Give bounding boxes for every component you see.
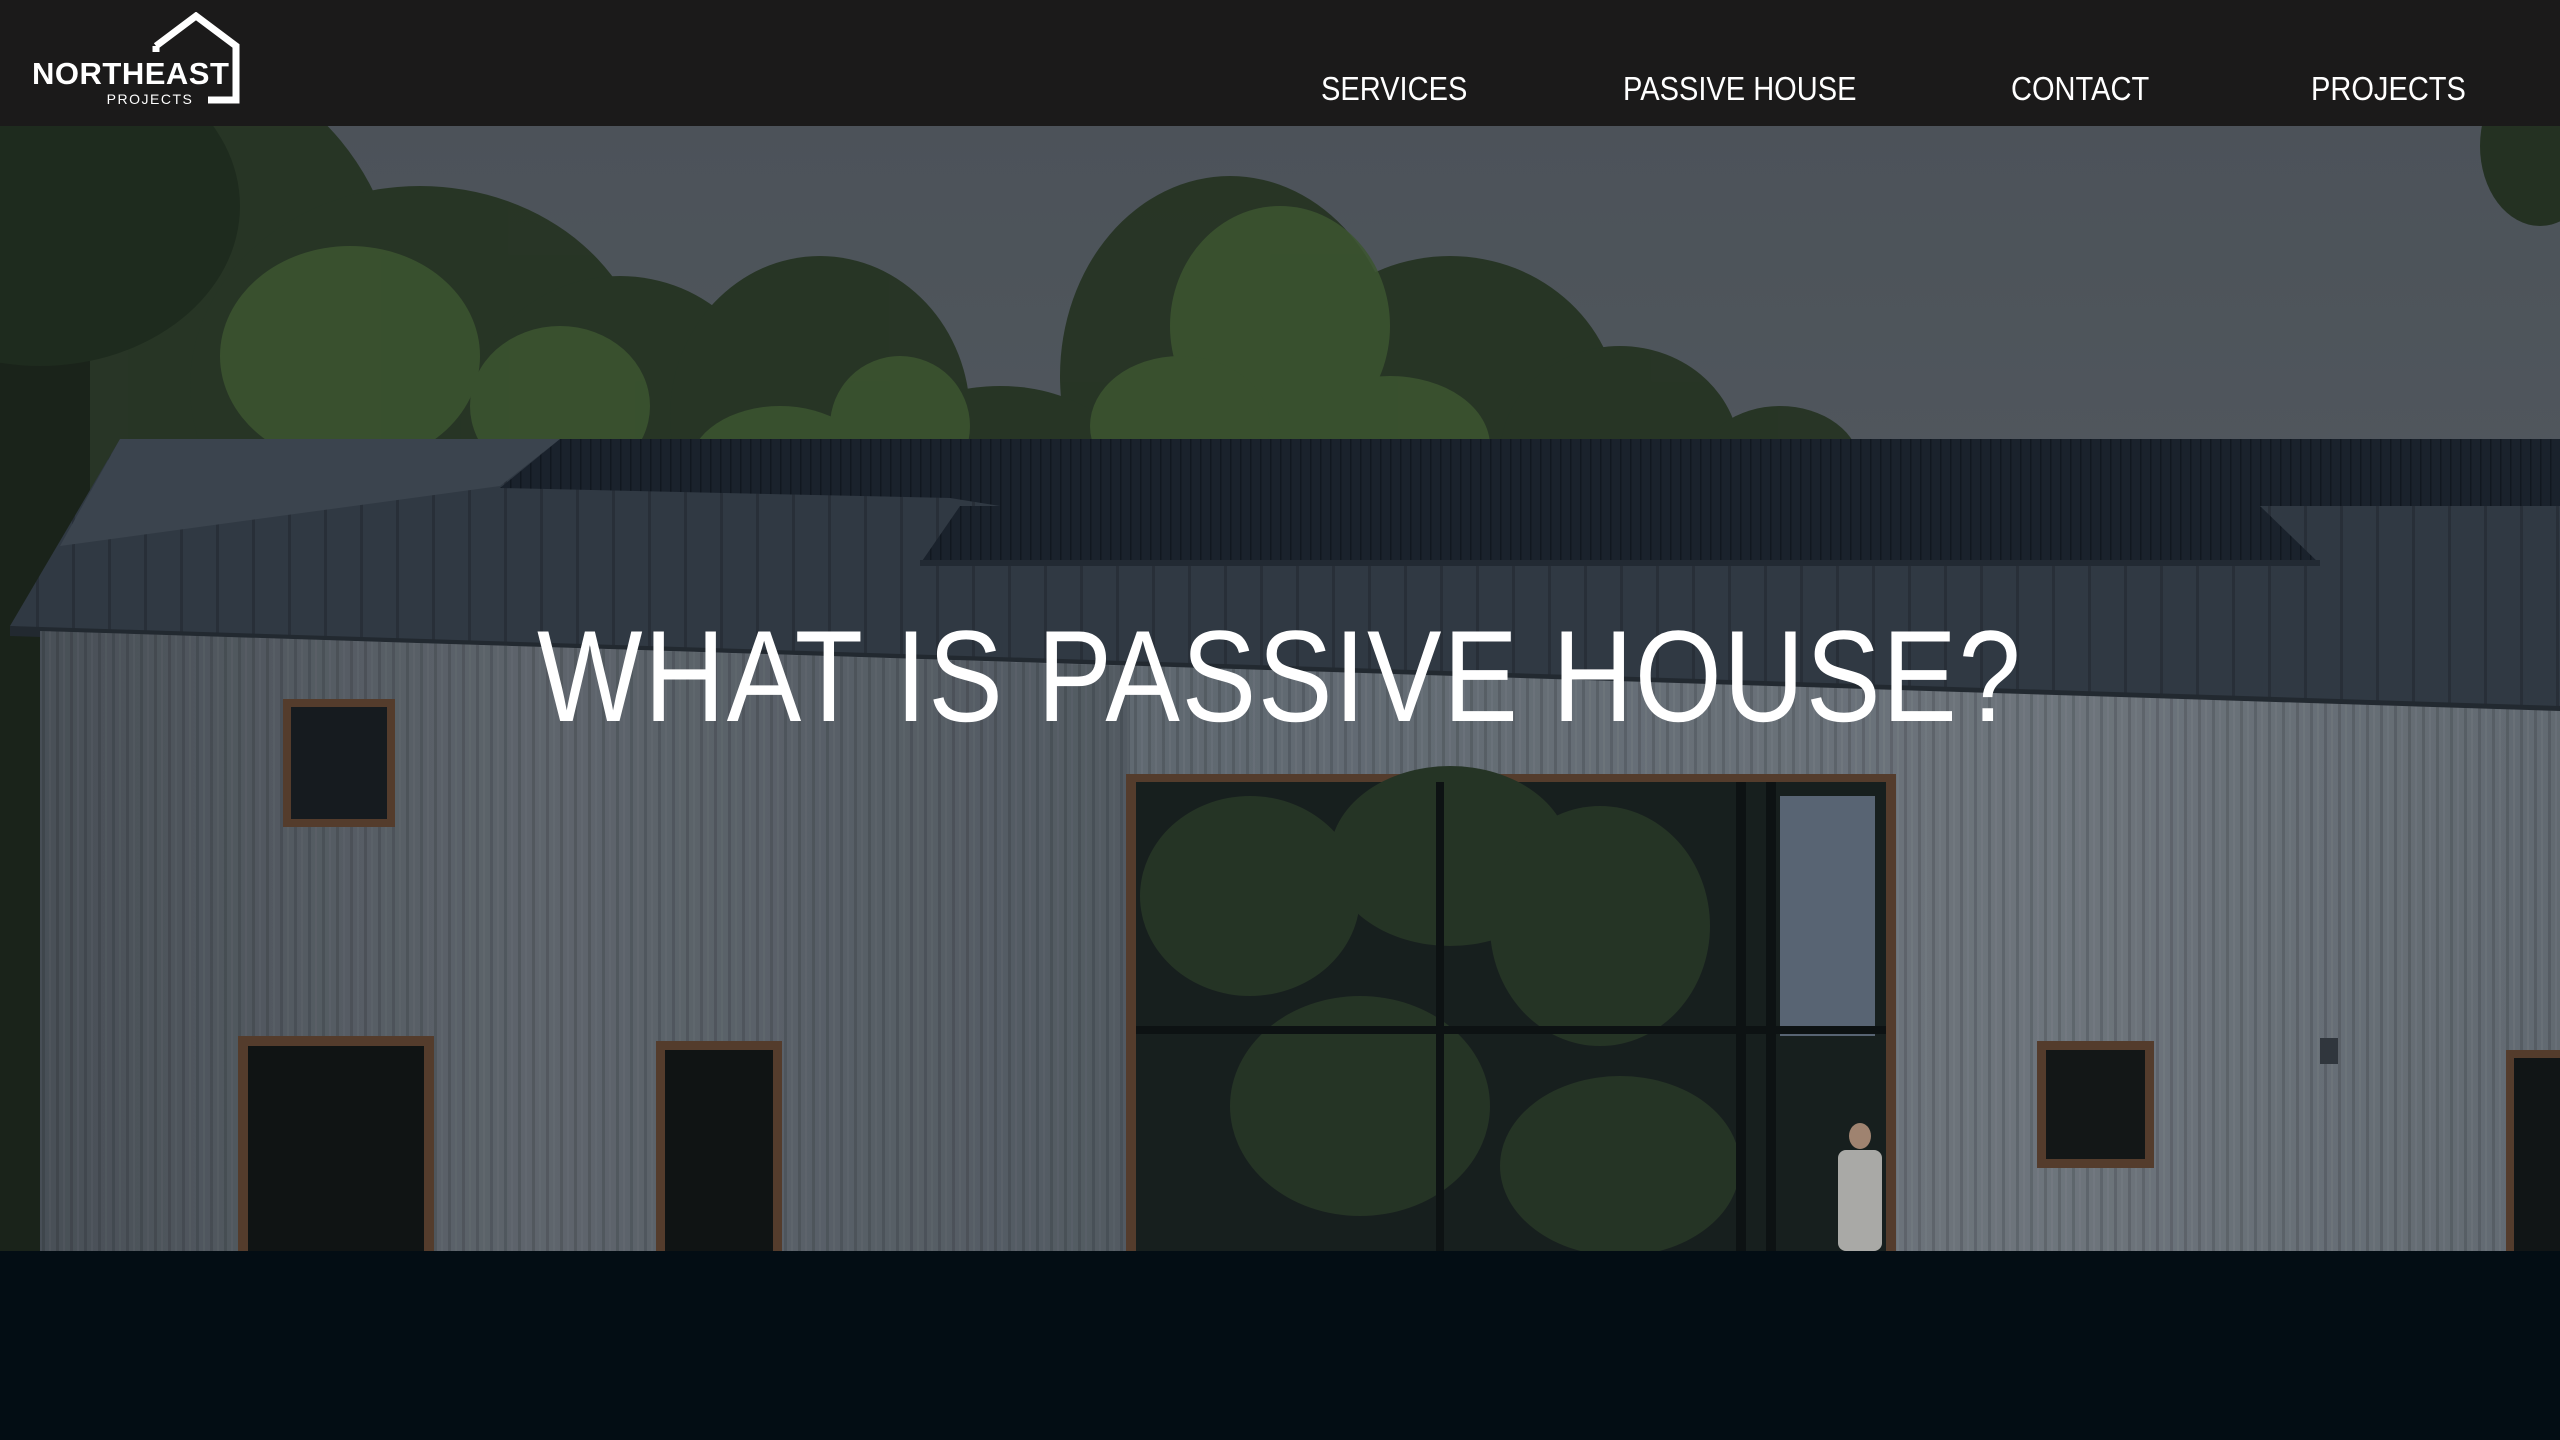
hero-section: WHAT IS PASSIVE HOUSE? (0, 126, 2560, 1251)
page: NORTHEAST PROJECTS SERVICES PASSIVE HOUS… (0, 0, 2560, 1440)
nav-item-contact[interactable]: CONTACT (2011, 72, 2149, 105)
nav-item-passive-house[interactable]: PASSIVE HOUSE (1623, 72, 1856, 105)
hero-title: WHAT IS PASSIVE HOUSE? (537, 603, 2023, 749)
site-header: NORTHEAST PROJECTS SERVICES PASSIVE HOUS… (0, 0, 2560, 126)
main-nav: SERVICES PASSIVE HOUSE CONTACT PROJECTS (0, 0, 2560, 126)
dark-content-band (0, 1251, 2560, 1440)
nav-item-projects[interactable]: PROJECTS (2311, 72, 2466, 105)
nav-item-services[interactable]: SERVICES (1321, 72, 1467, 105)
